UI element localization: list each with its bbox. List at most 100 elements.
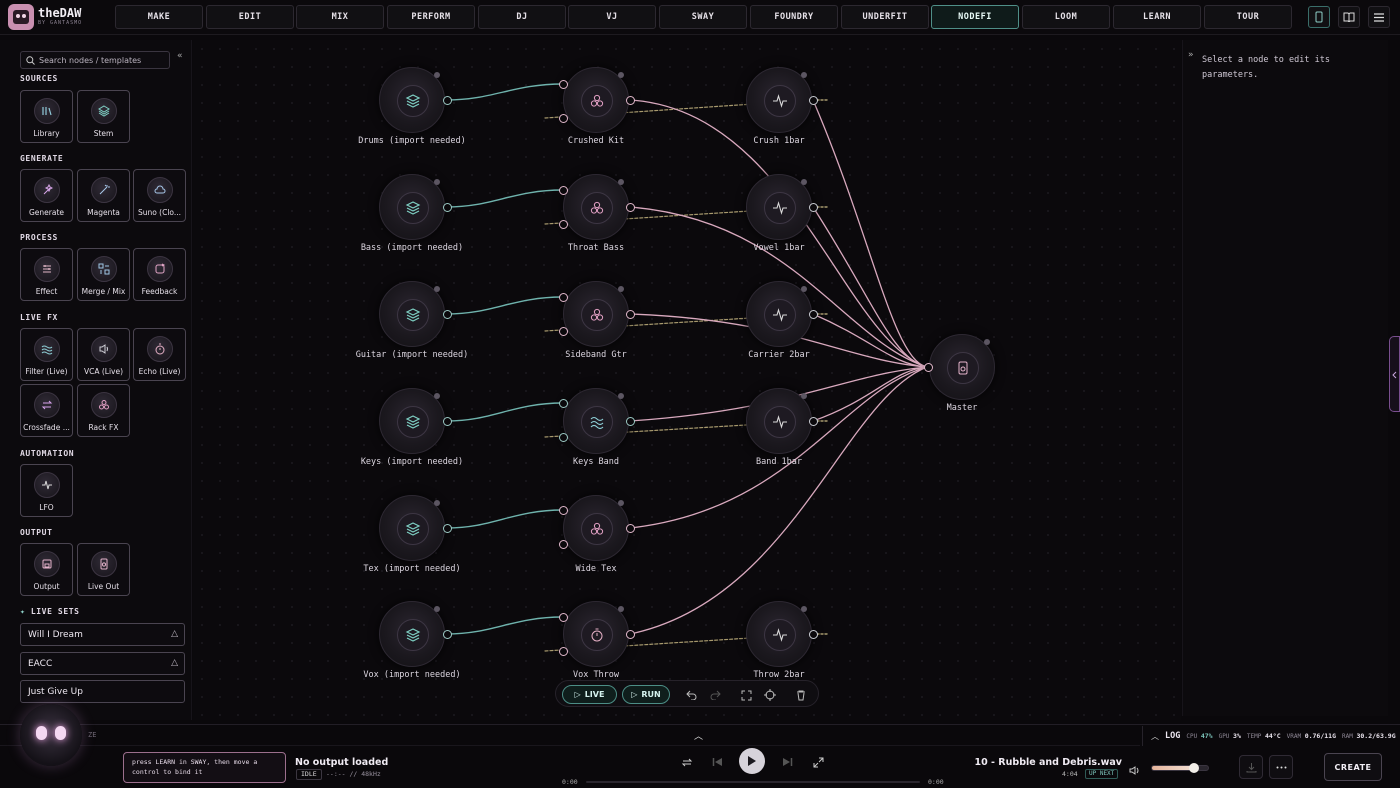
input-port[interactable] (559, 186, 568, 195)
output-port[interactable] (809, 630, 818, 639)
palette-crossfade[interactable]: Crossfade ... (20, 384, 73, 437)
up-next-track[interactable]: 10 - Rubble and Debris.wav (950, 757, 1122, 768)
book-view-button[interactable] (1338, 6, 1360, 28)
menu-button[interactable] (1368, 6, 1390, 28)
palette-feedback[interactable]: Feedback (133, 248, 186, 301)
node-wide-tex[interactable] (563, 495, 629, 561)
repeat-button[interactable] (679, 754, 695, 770)
node-drums[interactable] (379, 67, 445, 133)
output-port[interactable] (626, 630, 635, 639)
node-throw-2bar[interactable] (746, 601, 812, 667)
output-port[interactable] (443, 417, 452, 426)
redo-icon[interactable] (708, 688, 722, 702)
palette-filter-live[interactable]: Filter (Live) (20, 328, 73, 381)
mod-input-port[interactable] (559, 327, 568, 336)
mascot-avatar[interactable] (20, 704, 82, 766)
output-port[interactable] (443, 203, 452, 212)
tab-nodefi[interactable]: NODEFI (931, 5, 1019, 29)
palette-vca-live[interactable]: VCA (Live) (77, 328, 130, 381)
center-icon[interactable] (763, 688, 777, 702)
node-throat-bass[interactable] (563, 174, 629, 240)
trash-icon[interactable] (794, 688, 808, 702)
input-port[interactable] (559, 80, 568, 89)
palette-merge-mix[interactable]: Merge / Mix (77, 248, 130, 301)
node-bass[interactable] (379, 174, 445, 240)
palette-output[interactable]: Output (20, 543, 73, 596)
output-port[interactable] (443, 310, 452, 319)
right-drawer-handle[interactable] (1389, 336, 1400, 412)
output-port[interactable] (809, 96, 818, 105)
tab-edit[interactable]: EDIT (206, 5, 294, 29)
palette-library[interactable]: Library (20, 90, 73, 143)
node-master[interactable] (929, 334, 995, 400)
node-search-input[interactable]: Search nodes / templates (20, 51, 170, 69)
chevron-up-icon[interactable]: ︿ (694, 729, 703, 742)
tab-dj[interactable]: DJ (478, 5, 566, 29)
input-port[interactable] (559, 613, 568, 622)
fit-view-icon[interactable] (739, 688, 753, 702)
palette-rack-fx[interactable]: Rack FX (77, 384, 130, 437)
tab-sway[interactable]: SWAY (659, 5, 747, 29)
chevron-up-icon[interactable]: ︿ (1151, 731, 1159, 742)
tab-underfit[interactable]: UNDERFIT (841, 5, 929, 29)
tab-make[interactable]: MAKE (115, 5, 203, 29)
palette-suno[interactable]: Suno (Clo... (133, 169, 186, 222)
previous-button[interactable] (709, 754, 725, 770)
mod-input-port[interactable] (559, 647, 568, 656)
log-toggle[interactable]: LOG (1165, 731, 1180, 741)
live-button[interactable]: ▷ LIVE (562, 685, 617, 704)
node-tex[interactable] (379, 495, 445, 561)
mod-input-port[interactable] (559, 114, 568, 123)
play-button[interactable] (739, 748, 765, 774)
collapse-sidebar-icon[interactable]: « (177, 51, 183, 61)
output-port[interactable] (626, 310, 635, 319)
tab-tour[interactable]: TOUR (1204, 5, 1292, 29)
node-crush-1bar[interactable] (746, 67, 812, 133)
live-set-item[interactable]: Just Give Up (20, 680, 185, 703)
input-port[interactable] (559, 506, 568, 515)
node-sideband-gtr[interactable] (563, 281, 629, 347)
input-port[interactable] (924, 363, 933, 372)
palette-magenta[interactable]: Magenta (77, 169, 130, 222)
output-port[interactable] (809, 417, 818, 426)
output-port[interactable] (809, 203, 818, 212)
volume-icon[interactable] (1129, 761, 1141, 780)
live-set-item[interactable]: EACC △ (20, 652, 185, 675)
download-button[interactable] (1239, 755, 1263, 779)
output-port[interactable] (443, 524, 452, 533)
mod-input-port[interactable] (559, 220, 568, 229)
palette-generate[interactable]: Generate (20, 169, 73, 222)
output-port[interactable] (626, 524, 635, 533)
node-guitar[interactable] (379, 281, 445, 347)
node-vox-throw[interactable] (563, 601, 629, 667)
tab-learn[interactable]: LEARN (1113, 5, 1201, 29)
output-port[interactable] (626, 96, 635, 105)
output-port[interactable] (626, 203, 635, 212)
output-port[interactable] (443, 630, 452, 639)
tab-perform[interactable]: PERFORM (387, 5, 475, 29)
node-graph-canvas[interactable]: Drums (import needed) Bass (import neede… (193, 40, 1181, 720)
node-keys[interactable] (379, 388, 445, 454)
more-button[interactable] (1269, 755, 1293, 779)
tab-loom[interactable]: LOOM (1022, 5, 1110, 29)
palette-stem[interactable]: Stem (77, 90, 130, 143)
node-carrier-2bar[interactable] (746, 281, 812, 347)
node-band-1bar[interactable] (746, 388, 812, 454)
run-button[interactable]: ▷ RUN (622, 685, 670, 704)
node-keys-band[interactable] (563, 388, 629, 454)
palette-echo-live[interactable]: Echo (Live) (133, 328, 186, 381)
palette-lfo[interactable]: LFO (20, 464, 73, 517)
collapse-inspector-icon[interactable]: » (1188, 50, 1194, 60)
node-crushed-kit[interactable] (563, 67, 629, 133)
node-vowel-1bar[interactable] (746, 174, 812, 240)
expand-player-button[interactable] (810, 754, 826, 770)
undo-icon[interactable] (684, 688, 698, 702)
create-button[interactable]: CREATE (1324, 753, 1382, 781)
mod-input-port[interactable] (559, 540, 568, 549)
output-port[interactable] (626, 417, 635, 426)
mod-input-port[interactable] (559, 433, 568, 442)
input-port[interactable] (559, 293, 568, 302)
volume-knob[interactable] (1189, 763, 1199, 773)
tab-mix[interactable]: MIX (296, 5, 384, 29)
live-set-item[interactable]: Will I Dream △ (20, 623, 185, 646)
